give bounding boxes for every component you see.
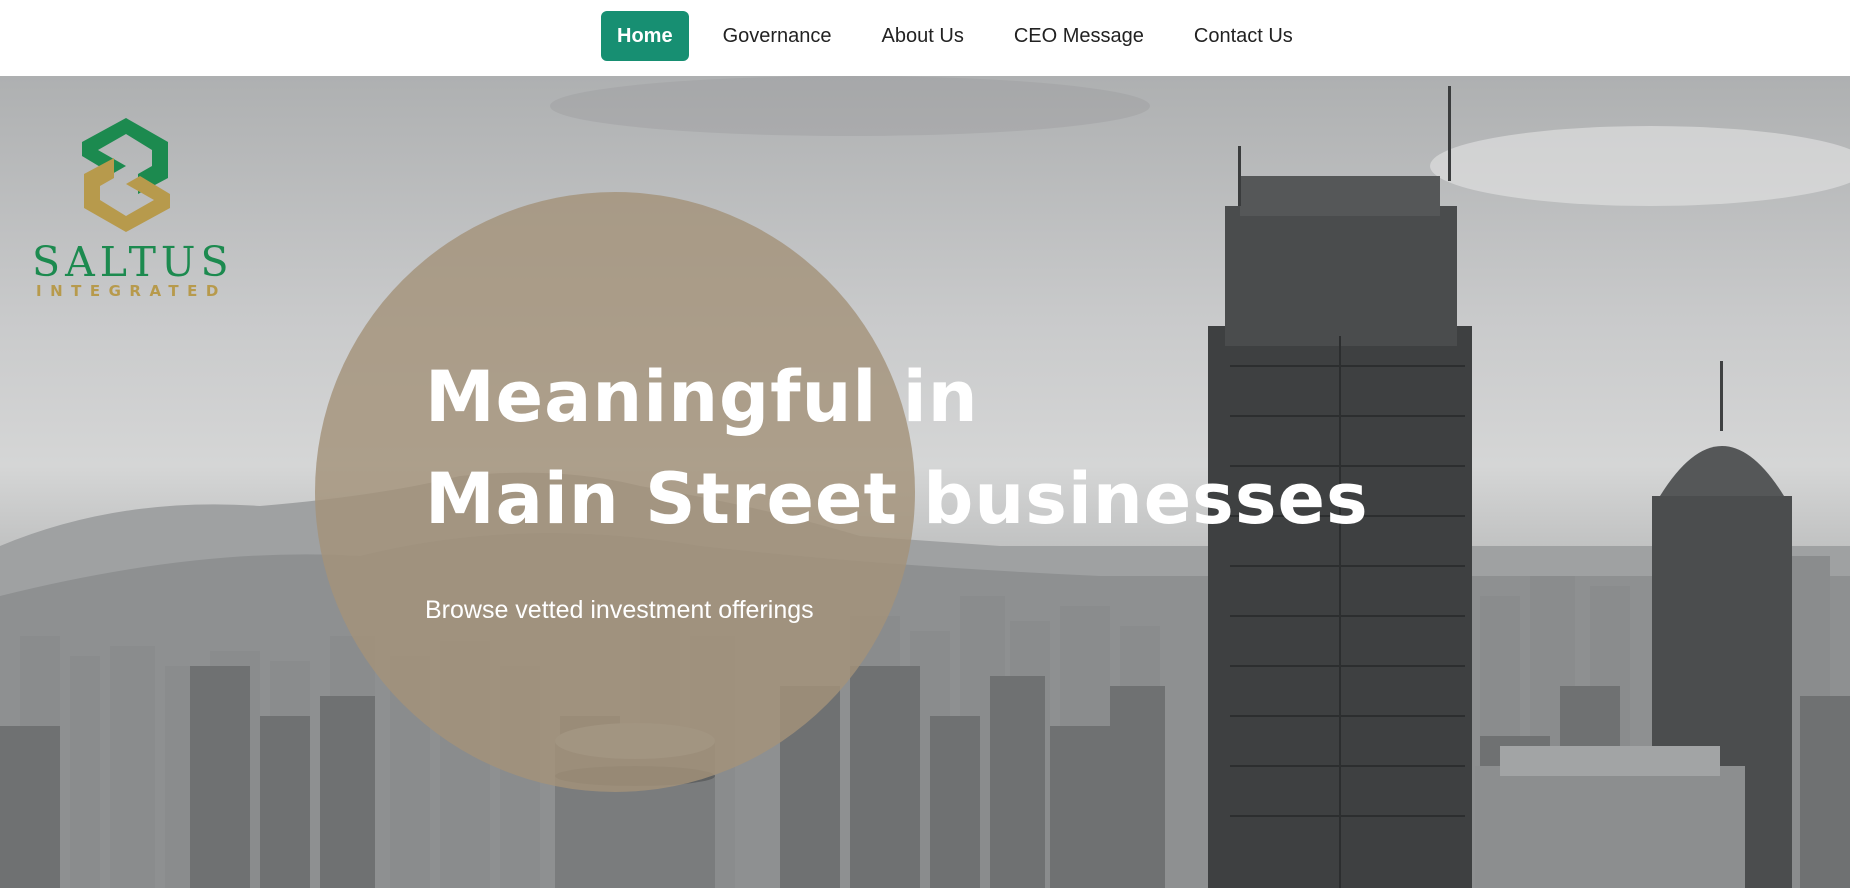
hero-headline: Meaningful in Main Street businesses <box>425 346 1369 550</box>
top-navbar: Home Governance About Us CEO Message Con… <box>0 0 1850 76</box>
nav-item-home[interactable]: Home <box>601 11 689 61</box>
nav-item-contact-us[interactable]: Contact Us <box>1178 11 1309 61</box>
saltus-logo[interactable]: SALTUS INTEGRATED <box>28 112 234 302</box>
nav-item-about-us[interactable]: About Us <box>866 11 980 61</box>
nav-item-governance[interactable]: Governance <box>707 11 848 61</box>
nav-menu: Home Governance About Us CEO Message Con… <box>601 11 1327 61</box>
hero-section: Meaningful in Main Street businesses Bro… <box>0 76 1850 888</box>
headline-line-1: Meaningful in <box>425 356 979 438</box>
logo-mark-icon <box>82 118 170 232</box>
hero-subheadline[interactable]: Browse vetted investment offerings <box>425 596 814 625</box>
nav-item-ceo-message[interactable]: CEO Message <box>998 11 1160 61</box>
logo-name: SALTUS <box>32 238 234 286</box>
logo-tagline: INTEGRATED <box>36 282 227 300</box>
headline-line-2: Main Street businesses <box>425 458 1369 540</box>
